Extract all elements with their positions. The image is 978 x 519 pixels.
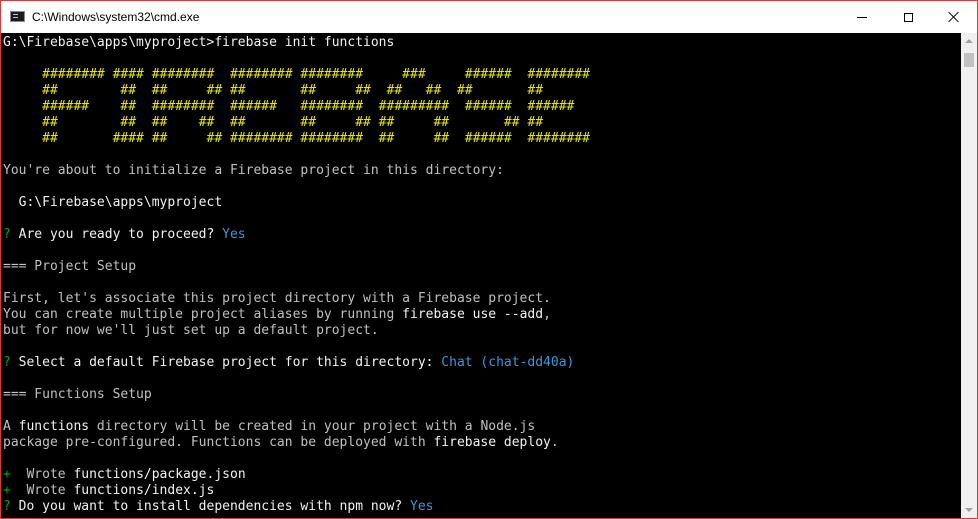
console-text: First, let's associate this project dire… — [3, 291, 551, 306]
console-text: You're about to initialize a Firebase pr… — [3, 163, 504, 178]
vertical-scrollbar[interactable] — [961, 33, 977, 518]
console-text: functions/package.json — [73, 467, 246, 482]
console-line — [3, 243, 590, 259]
console-text: + — [3, 483, 27, 498]
console-text: but for now we'll just set up a default … — [3, 323, 379, 338]
console-line: ## ## ## ## ## ## ## ## ## ## ## — [3, 83, 590, 99]
console-text: ## ## ## ## ## ## ## ## ## ## ## — [3, 83, 544, 98]
console-text: ## #### ## ## ######## ######## ## ## ##… — [3, 131, 590, 146]
console-lines: G:\Firebase\apps\myproject>firebase init… — [3, 35, 590, 515]
console-line: You can create multiple project aliases … — [3, 307, 590, 323]
console-text: === Functions Setup — [3, 387, 152, 402]
console-text: Do you want to install dependencies with… — [18, 499, 410, 514]
maximize-icon — [903, 12, 913, 22]
console-text: ? — [3, 355, 19, 370]
console-line: ## #### ## ## ######## ######## ## ## ##… — [3, 131, 590, 147]
console-line — [3, 211, 590, 227]
console-line — [3, 179, 590, 195]
console-line — [3, 275, 590, 291]
console-text: Select a default Firebase project for th… — [18, 355, 442, 370]
console-text: Chat (chat-dd40a) — [441, 355, 575, 370]
console-line: ## ## ## ## ## ## ## ## ## ## ## — [3, 115, 590, 131]
console-line — [3, 371, 590, 387]
console-text: Wrote — [26, 483, 74, 498]
console-line: ? Are you ready to proceed? Yes — [3, 227, 590, 243]
console-text: ? — [3, 499, 19, 514]
console-text: functions/index.js — [73, 483, 215, 498]
console-line: package pre-configured. Functions can be… — [3, 435, 590, 451]
cmd-window: C:\Windows\system32\cmd.exe G:\Firebase\… — [0, 0, 978, 519]
console-text: package pre-configured. Functions can be… — [3, 435, 434, 450]
console-line: but for now we'll just set up a default … — [3, 323, 590, 339]
cmd-app-icon[interactable] — [10, 11, 25, 22]
scroll-down-arrow-icon — [965, 508, 973, 512]
maximize-button[interactable] — [885, 1, 931, 33]
console-text: Yes — [222, 227, 246, 242]
console-text: ###### ## ######## ###### ######## #####… — [3, 99, 575, 114]
window-title: C:\Windows\system32\cmd.exe — [32, 10, 200, 24]
console-line: First, let's associate this project dire… — [3, 291, 590, 307]
console-line: G:\Firebase\apps\myproject — [3, 195, 590, 211]
console-line: You're about to initialize a Firebase pr… — [3, 163, 590, 179]
console-text: You can create multiple project aliases … — [3, 307, 403, 322]
console-text: G:\Firebase\apps\myproject — [3, 195, 223, 210]
console-text: G:\Firebase\apps\myproject>firebase init… — [3, 35, 395, 50]
console-line — [3, 451, 590, 467]
console-text: . — [550, 435, 559, 450]
title-bar[interactable]: C:\Windows\system32\cmd.exe — [1, 1, 977, 33]
console-text: firebase use --add — [402, 307, 544, 322]
console-text: directory will be created in your projec… — [89, 419, 536, 434]
console-line: ######## #### ######## ######## ########… — [3, 67, 590, 83]
console-line: ? Select a default Firebase project for … — [3, 355, 590, 371]
console-line: + Wrote functions/package.json — [3, 467, 590, 483]
console-line: ###### ## ######## ###### ######## #####… — [3, 99, 590, 115]
console-line — [3, 147, 590, 163]
scrollbar-track[interactable] — [961, 49, 977, 502]
minimize-button[interactable] — [839, 1, 885, 33]
minimize-icon — [857, 16, 867, 18]
console-text: ? — [3, 227, 19, 242]
console-text: , — [543, 307, 551, 322]
scroll-down-button[interactable] — [961, 502, 977, 518]
console-line — [3, 51, 590, 67]
console-text: firebase deploy — [433, 435, 551, 450]
console-text: ## ## ## ## ## ## ## ## ## ## ## — [3, 115, 544, 130]
console-line — [3, 403, 590, 419]
close-button[interactable] — [931, 1, 977, 33]
console-line: ? Do you want to install dependencies wi… — [3, 499, 590, 515]
console-text: + — [3, 467, 27, 482]
scroll-up-arrow-icon — [965, 39, 973, 43]
scroll-up-button[interactable] — [961, 33, 977, 49]
console-line: A functions directory will be created in… — [3, 419, 590, 435]
scrollbar-thumb[interactable] — [964, 53, 974, 67]
console-text: Are you ready to proceed? — [18, 227, 223, 242]
console-text: === Project Setup — [3, 259, 137, 274]
console-text: Wrote — [26, 467, 74, 482]
console-text: functions — [18, 419, 90, 434]
console-text: Yes — [410, 499, 434, 514]
console-line: === Functions Setup — [3, 387, 590, 403]
console-line: + Wrote functions/index.js — [3, 483, 590, 499]
close-icon — [948, 11, 960, 23]
console-line — [3, 339, 590, 355]
console-line: === Project Setup — [3, 259, 590, 275]
console-output[interactable]: G:\Firebase\apps\myproject>firebase init… — [1, 33, 961, 518]
console-text: ######## #### ######## ######## ########… — [3, 67, 590, 82]
console-line: G:\Firebase\apps\myproject>firebase init… — [3, 35, 590, 51]
console-text: A — [3, 419, 19, 434]
